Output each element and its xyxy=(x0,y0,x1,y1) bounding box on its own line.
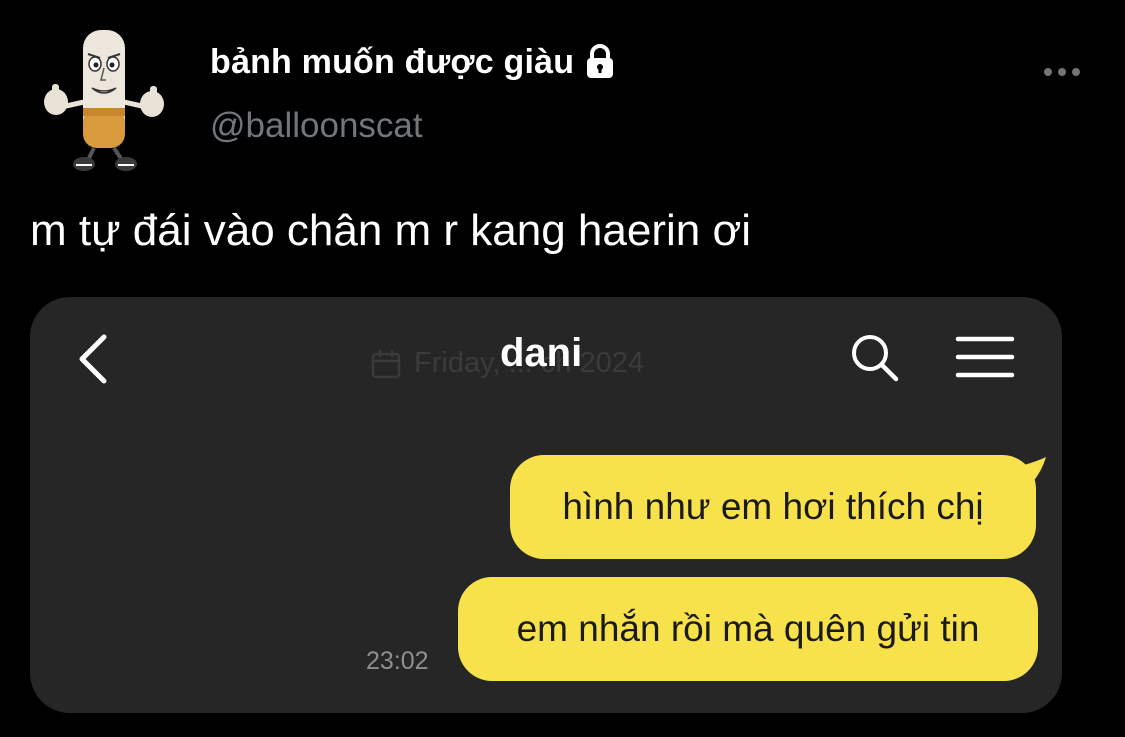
chat-title: dani xyxy=(500,331,583,375)
display-name[interactable]: bảnh muốn được giàu xyxy=(210,43,574,82)
tweet-text: m tự đái vào chân m r kang haerin ơi xyxy=(30,206,752,255)
search-icon[interactable] xyxy=(848,331,902,385)
chevron-left-icon[interactable] xyxy=(74,331,114,387)
message-bubble[interactable]: hình như em hơi thích chị xyxy=(510,455,1036,559)
message-text: hình như em hơi thích chị xyxy=(562,486,984,527)
bubble-tail xyxy=(1024,457,1048,483)
lock-icon xyxy=(580,42,620,82)
avatar[interactable] xyxy=(38,24,168,174)
message-timestamp: 23:02 xyxy=(366,647,429,675)
message-text: em nhắn rồi mà quên gửi tin xyxy=(516,608,980,649)
author-row[interactable]: bảnh muốn được giàu xyxy=(210,40,620,84)
chat-screenshot-card[interactable]: Friday, ... ch 2024 dani hình như em hơi… xyxy=(30,297,1062,713)
handle[interactable]: @balloonscat xyxy=(210,106,423,146)
calendar-icon xyxy=(370,348,402,380)
hamburger-menu-icon[interactable] xyxy=(954,333,1016,383)
message-bubble[interactable]: em nhắn rồi mà quên gửi tin xyxy=(458,577,1038,681)
more-options-icon[interactable] xyxy=(1040,62,1084,82)
